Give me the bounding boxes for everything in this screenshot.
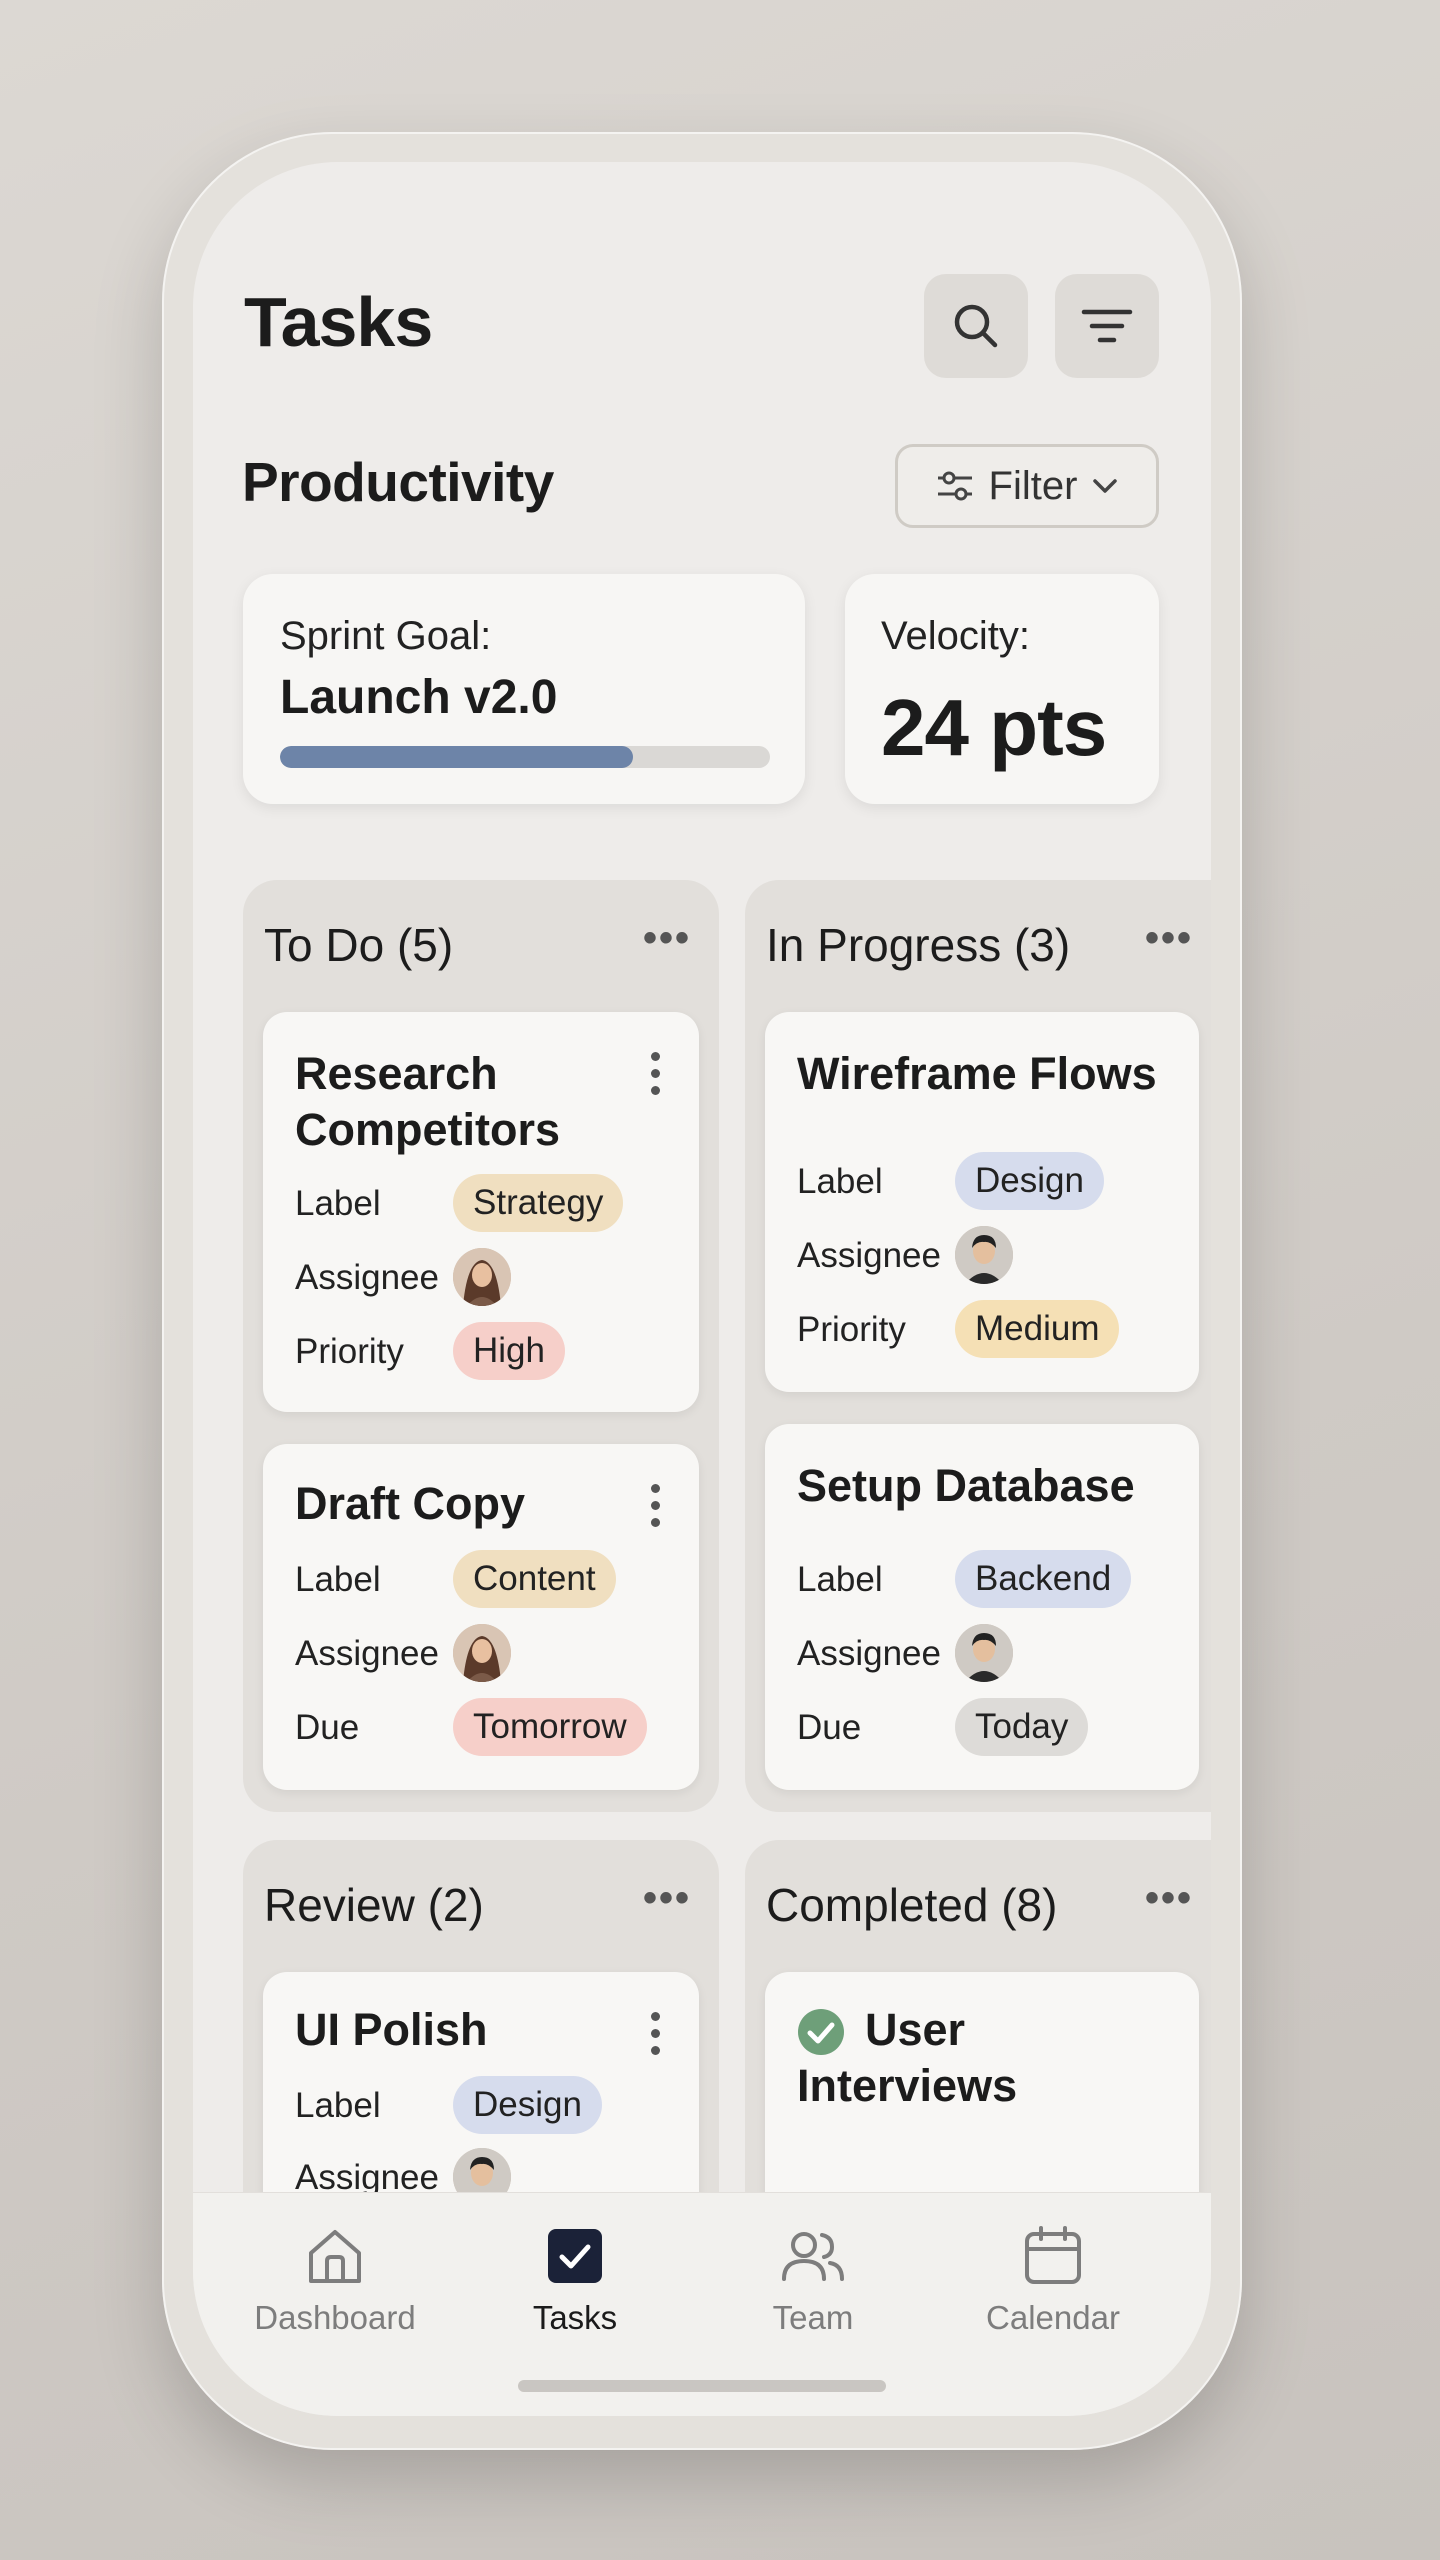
nav-dashboard[interactable]: Dashboard [215, 2223, 455, 2337]
row-label: Assignee [797, 1236, 941, 1275]
sort-lines-icon [1081, 309, 1133, 343]
nav-label: Team [772, 2299, 854, 2336]
more-vertical-icon[interactable] [651, 2012, 661, 2055]
velocity-value: 24 pts [881, 683, 1107, 772]
priority-tag[interactable]: High [453, 1322, 565, 1380]
label-tag[interactable]: Strategy [453, 1174, 624, 1232]
label-tag[interactable]: Design [955, 1152, 1104, 1210]
more-horizontal-icon[interactable]: ••• [643, 1876, 691, 1921]
row-label: Label [295, 1184, 381, 1223]
users-icon [782, 2232, 844, 2281]
nav-label: Calendar [986, 2299, 1120, 2336]
nav-label: Dashboard [254, 2299, 416, 2336]
task-card[interactable]: Wireframe Flows Label Design Assignee Pr… [765, 1012, 1199, 1392]
task-title: Draft Copy [295, 1478, 526, 1529]
nav-label: Tasks [532, 2299, 618, 2336]
more-vertical-icon[interactable] [651, 1052, 661, 1095]
row-label: Assignee [295, 1258, 439, 1297]
sort-button[interactable] [1055, 274, 1159, 378]
sliders-icon [937, 471, 972, 501]
calendar-icon [1025, 2226, 1081, 2284]
task-card[interactable]: Draft Copy Label Content Assignee Due To… [263, 1444, 699, 1790]
home-icon [309, 2230, 361, 2283]
nav-team[interactable]: Team [693, 2223, 933, 2337]
column-title: Completed (8) [766, 1879, 1058, 1931]
task-title: Setup Database [797, 1460, 1135, 1511]
row-label: Due [797, 1708, 862, 1747]
home-indicator[interactable] [518, 2380, 886, 2392]
search-icon [954, 304, 998, 348]
page-title: Tasks [244, 283, 433, 361]
column-title: Review (2) [264, 1879, 484, 1931]
man-avatar[interactable] [955, 1226, 1013, 1284]
task-title-line1: User [865, 2004, 966, 2055]
velocity-label: Velocity: [881, 614, 1030, 658]
more-horizontal-icon[interactable]: ••• [1145, 916, 1193, 961]
label-tag[interactable]: Design [453, 2076, 602, 2134]
row-label: Label [295, 2086, 381, 2125]
due-tag[interactable]: Today [955, 1698, 1089, 1756]
row-label: Label [295, 1560, 381, 1599]
row-label: Label [797, 1162, 883, 1201]
checkbox-icon [548, 2229, 602, 2283]
sprint-progress-fill [280, 746, 633, 768]
label-tag[interactable]: Backend [955, 1550, 1132, 1608]
sprint-goal-card[interactable]: Sprint Goal: Launch v2.0 [243, 574, 805, 804]
row-label: Assignee [797, 1634, 941, 1673]
chevron-down-icon [1093, 479, 1118, 493]
check-circle-icon [798, 2009, 844, 2055]
task-card[interactable]: Research Competitors Label Strategy Assi… [263, 1012, 699, 1412]
sprint-progress-bar [280, 746, 770, 768]
task-card[interactable]: Setup Database Label Backend Assignee Du… [765, 1424, 1199, 1790]
column-in-progress: In Progress (3) ••• Wireframe Flows Labe… [745, 880, 1211, 1812]
row-label: Due [295, 1708, 360, 1747]
task-title: Research Competitors [295, 1048, 561, 1155]
row-label: Label [797, 1560, 883, 1599]
row-label: Priority [797, 1310, 906, 1349]
due-tag[interactable]: Tomorrow [453, 1698, 647, 1756]
nav-tasks[interactable]: Tasks [455, 2223, 695, 2337]
app-screen: Tasks Productivity Filter Sprint Goal: L… [193, 162, 1211, 2416]
task-title-line2: Interviews [797, 2060, 1018, 2111]
priority-tag[interactable]: Medium [955, 1300, 1120, 1358]
section-title: Productivity [242, 451, 554, 513]
more-horizontal-icon[interactable]: ••• [643, 916, 691, 961]
search-button[interactable] [924, 274, 1028, 378]
label-tag[interactable]: Content [453, 1550, 616, 1608]
sprint-goal-value: Launch v2.0 [280, 671, 558, 724]
more-vertical-icon[interactable] [651, 1484, 661, 1527]
column-title: To Do (5) [264, 919, 454, 971]
man-avatar[interactable] [955, 1624, 1013, 1682]
velocity-card[interactable]: Velocity: 24 pts [845, 574, 1159, 804]
filter-dropdown[interactable]: Filter [895, 444, 1159, 528]
column-to-do: To Do (5) ••• Research Competitors Label… [243, 880, 719, 1812]
woman-avatar[interactable] [453, 1624, 511, 1682]
more-horizontal-icon[interactable]: ••• [1145, 1876, 1193, 1921]
row-label: Priority [295, 1332, 404, 1371]
woman-avatar[interactable] [453, 1248, 511, 1306]
nav-calendar[interactable]: Calendar [933, 2223, 1173, 2337]
task-title: Wireframe Flows [797, 1048, 1157, 1099]
row-label: Assignee [295, 1634, 439, 1673]
column-title: In Progress (3) [766, 919, 1071, 971]
filter-label: Filter [988, 463, 1078, 508]
sprint-goal-label: Sprint Goal: [280, 614, 492, 658]
task-title: UI Polish [295, 2004, 488, 2055]
